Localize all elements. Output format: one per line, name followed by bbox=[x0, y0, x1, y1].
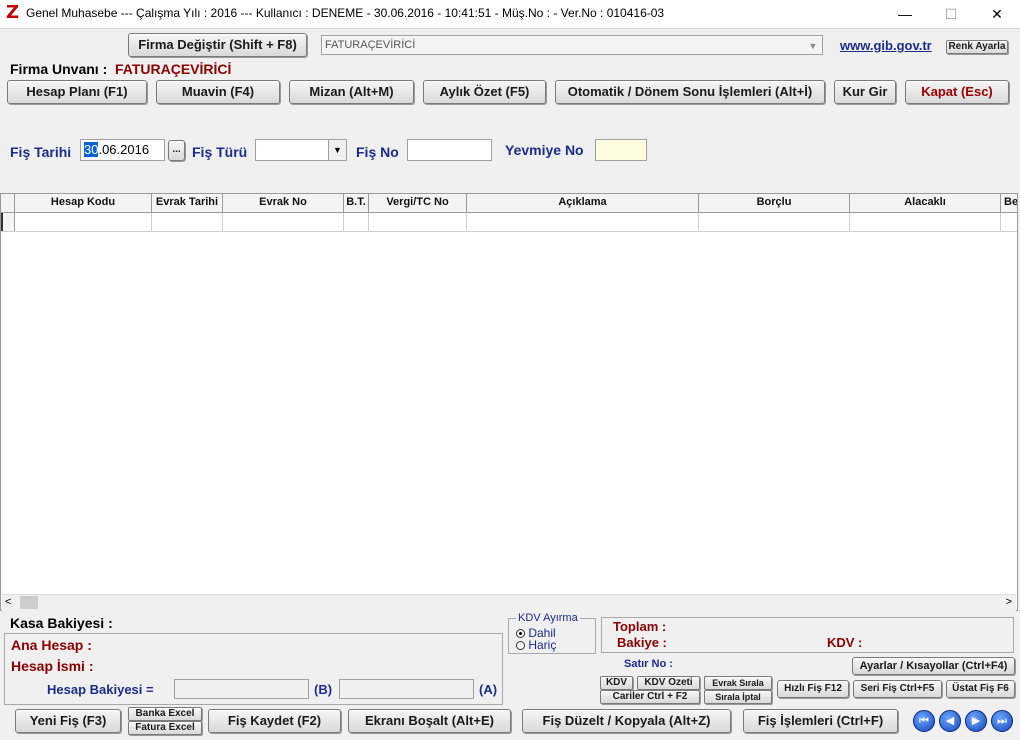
radio-checked-icon[interactable] bbox=[516, 629, 525, 639]
fis-grid[interactable]: Hesap Kodu Evrak Tarihi Evrak No B.T. Ve… bbox=[0, 193, 1018, 611]
kdv-ayirma-label: KDV Ayırma bbox=[516, 612, 580, 624]
nav-prev-icon[interactable]: ◀ bbox=[939, 710, 961, 732]
scroll-thumb[interactable] bbox=[20, 596, 38, 609]
date-picker-button[interactable]: ... bbox=[168, 140, 185, 161]
table-cell[interactable] bbox=[223, 213, 344, 231]
satir-no-label: Satır No : bbox=[624, 658, 673, 670]
fis-no-label: Fiş No bbox=[356, 144, 399, 160]
col-be[interactable]: Be bbox=[1001, 194, 1017, 212]
col-evrak-no[interactable]: Evrak No bbox=[223, 194, 344, 212]
row-indicator-header bbox=[1, 194, 15, 212]
nav-first-icon[interactable]: ⏮ bbox=[913, 710, 935, 732]
chevron-down-icon[interactable]: ▼ bbox=[806, 37, 820, 53]
hizli-fis-button[interactable]: Hızlı Fiş F12 bbox=[777, 680, 849, 698]
close-button[interactable]: ✕ bbox=[974, 0, 1020, 28]
fis-kaydet-button[interactable]: Fiş Kaydet (F2) bbox=[208, 709, 341, 733]
b-label: (B) bbox=[314, 682, 333, 697]
minimize-button[interactable]: — bbox=[882, 0, 928, 28]
table-cell[interactable] bbox=[467, 213, 699, 231]
bakiye-b-field bbox=[174, 679, 309, 699]
firma-select[interactable]: FATURAÇEVİRİCİ ▼ bbox=[321, 35, 823, 55]
fatura-excel-button[interactable]: Fatura Excel bbox=[128, 721, 202, 735]
table-cell[interactable] bbox=[699, 213, 850, 231]
sirala-iptal-button[interactable]: Sırala İptal bbox=[704, 690, 772, 704]
haric-radio[interactable]: Hariç bbox=[516, 638, 556, 652]
radio-unchecked-icon[interactable] bbox=[516, 641, 525, 651]
table-cell[interactable] bbox=[344, 213, 369, 231]
horizontal-scrollbar[interactable]: < > bbox=[2, 594, 1016, 611]
kdv-button[interactable]: KDV bbox=[600, 676, 633, 690]
fis-no-input[interactable] bbox=[407, 139, 492, 161]
ayarlar-button[interactable]: Ayarlar / Kısayollar (Ctrl+F4) bbox=[852, 657, 1015, 675]
ana-hesap-label: Ana Hesap : bbox=[11, 637, 92, 653]
grid-header: Hesap Kodu Evrak Tarihi Evrak No B.T. Ve… bbox=[1, 194, 1017, 213]
kasa-bakiyesi-label: Kasa Bakiyesi : bbox=[10, 615, 113, 631]
col-alacakli[interactable]: Alacaklı bbox=[850, 194, 1001, 212]
firma-degistir-button[interactable]: Firma Değiştir (Shift + F8) bbox=[128, 33, 307, 57]
gib-link[interactable]: www.gib.gov.tr bbox=[840, 38, 932, 53]
seri-fis-button[interactable]: Seri Fiş Ctrl+F5 bbox=[853, 680, 942, 698]
muavin-button[interactable]: Muavin (F4) bbox=[156, 80, 280, 104]
maximize-button[interactable]: ☐ bbox=[928, 0, 974, 28]
a-label: (A) bbox=[479, 682, 498, 697]
fis-duzelt-button[interactable]: Fiş Düzelt / Kopyala (Alt+Z) bbox=[522, 709, 731, 733]
fis-tarihi-rest: .06.2016 bbox=[98, 142, 150, 157]
bakiye-label: Bakiye : bbox=[617, 635, 667, 650]
banka-excel-button[interactable]: Banka Excel bbox=[128, 707, 202, 721]
hesap-bakiyesi-label: Hesap Bakiyesi = bbox=[47, 682, 154, 697]
nav-last-icon[interactable]: ⏭ bbox=[991, 710, 1013, 732]
scroll-right-icon[interactable]: > bbox=[1006, 596, 1012, 608]
row-indicator[interactable] bbox=[1, 213, 15, 231]
table-row[interactable] bbox=[1, 213, 1017, 232]
firma-select-value: FATURAÇEVİRİCİ bbox=[325, 39, 416, 51]
fis-turu-select[interactable]: ▼ bbox=[255, 139, 347, 161]
toplam-label: Toplam : bbox=[613, 619, 667, 634]
bakiye-a-field bbox=[339, 679, 474, 699]
kdv-ozeti-button[interactable]: KDV Özeti bbox=[637, 676, 700, 690]
table-cell[interactable] bbox=[369, 213, 467, 231]
fis-tarihi-input[interactable]: 30.06.2016 bbox=[80, 139, 165, 161]
app-logo: Z bbox=[6, 2, 20, 23]
ustat-fis-button[interactable]: Üstat Fiş F6 bbox=[946, 680, 1015, 698]
fis-islemleri-button[interactable]: Fiş İşlemleri (Ctrl+F) bbox=[743, 709, 898, 733]
hesap-ismi-label: Hesap İsmi : bbox=[11, 658, 94, 674]
hesap-plani-button[interactable]: Hesap Planı (F1) bbox=[7, 80, 147, 104]
col-evrak-tarihi[interactable]: Evrak Tarihi bbox=[152, 194, 223, 212]
ekrani-bosalt-button[interactable]: Ekranı Boşalt (Alt+E) bbox=[348, 709, 511, 733]
yevmiye-input[interactable] bbox=[595, 139, 647, 161]
fis-tarihi-label: Fiş Tarihi bbox=[10, 144, 72, 160]
col-hesap-kodu[interactable]: Hesap Kodu bbox=[15, 194, 152, 212]
fis-turu-label: Fiş Türü bbox=[192, 144, 248, 160]
nav-next-icon[interactable]: ▶ bbox=[965, 710, 987, 732]
col-vergi-tc[interactable]: Vergi/TC No bbox=[369, 194, 467, 212]
chevron-down-icon[interactable]: ▼ bbox=[328, 140, 346, 160]
kapat-button[interactable]: Kapat (Esc) bbox=[905, 80, 1009, 104]
table-cell[interactable] bbox=[15, 213, 152, 231]
renk-ayarla-button[interactable]: Renk Ayarla bbox=[946, 40, 1008, 54]
table-cell[interactable] bbox=[1001, 213, 1017, 231]
aylik-ozet-button[interactable]: Aylık Özet (F5) bbox=[423, 80, 546, 104]
col-bt[interactable]: B.T. bbox=[344, 194, 369, 212]
firma-unvani-value: FATURAÇEVİRİCİ bbox=[115, 61, 232, 77]
evrak-sirala-button[interactable]: Evrak Sırala bbox=[704, 676, 772, 690]
scroll-left-icon[interactable]: < bbox=[5, 596, 11, 608]
fis-tarihi-selection: 30 bbox=[84, 142, 99, 157]
window-title: Genel Muhasebe --- Çalışma Yılı : 2016 -… bbox=[26, 6, 665, 20]
haric-label: Hariç bbox=[528, 638, 557, 652]
otomatik-button[interactable]: Otomatik / Dönem Sonu İşlemleri (Alt+İ) bbox=[555, 80, 825, 104]
kdv-label: KDV : bbox=[827, 635, 863, 650]
col-aciklama[interactable]: Açıklama bbox=[467, 194, 699, 212]
yevmiye-label: Yevmiye No bbox=[505, 142, 584, 158]
title-bar: Z Genel Muhasebe --- Çalışma Yılı : 2016… bbox=[0, 0, 1020, 29]
cariler-button[interactable]: Cariler Ctrl + F2 bbox=[600, 690, 700, 704]
yeni-fis-button[interactable]: Yeni Fiş (F3) bbox=[15, 709, 121, 733]
kur-gir-button[interactable]: Kur Gir bbox=[834, 80, 896, 104]
table-cell[interactable] bbox=[152, 213, 223, 231]
col-borclu[interactable]: Borçlu bbox=[699, 194, 850, 212]
table-cell[interactable] bbox=[850, 213, 1001, 231]
mizan-button[interactable]: Mizan (Alt+M) bbox=[289, 80, 414, 104]
firma-unvani-label: Firma Unvanı : bbox=[10, 61, 108, 77]
